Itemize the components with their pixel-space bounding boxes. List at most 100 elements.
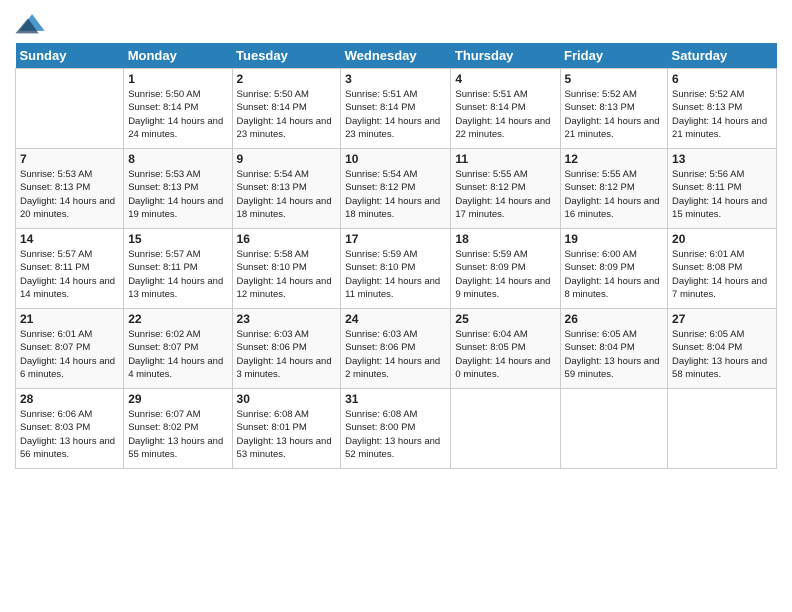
calendar-cell: 12 Sunrise: 5:55 AMSunset: 8:12 PMDayligh…: [560, 149, 668, 229]
calendar-cell: [668, 389, 777, 469]
calendar-cell: 11 Sunrise: 5:55 AMSunset: 8:12 PMDayligh…: [451, 149, 560, 229]
day-number: 24: [345, 312, 446, 326]
cell-info: Sunrise: 6:05 AMSunset: 8:04 PMDaylight:…: [672, 328, 772, 381]
weekday-header-friday: Friday: [560, 43, 668, 69]
calendar-cell: 9 Sunrise: 5:54 AMSunset: 8:13 PMDaylight…: [232, 149, 341, 229]
calendar-cell: 21Sunrise: 6:01 AMSunset: 8:07 PMDayligh…: [16, 309, 124, 389]
cell-info: Sunrise: 5:59 AMSunset: 8:09 PMDaylight:…: [455, 248, 555, 301]
calendar-cell: 13 Sunrise: 5:56 AMSunset: 8:11 PMDayligh…: [668, 149, 777, 229]
weekday-header-tuesday: Tuesday: [232, 43, 341, 69]
day-number: 26: [565, 312, 664, 326]
calendar-cell: 5Sunrise: 5:52 AMSunset: 8:13 PMDaylight…: [560, 69, 668, 149]
calendar-cell: 18 Sunrise: 5:59 AMSunset: 8:09 PMDayligh…: [451, 229, 560, 309]
cell-info: Sunrise: 5:50 AMSunset: 8:14 PMDaylight:…: [128, 88, 227, 141]
calendar-cell: [16, 69, 124, 149]
day-number: 2: [237, 72, 337, 86]
calendar-cell: 14 Sunrise: 5:57 AMSunset: 8:11 PMDayligh…: [16, 229, 124, 309]
day-number: 3: [345, 72, 446, 86]
day-number: 18: [455, 232, 555, 246]
cell-info: Sunrise: 6:03 AMSunset: 8:06 PMDaylight:…: [345, 328, 446, 381]
day-number: 25: [455, 312, 555, 326]
header: [15, 10, 777, 35]
week-row-4: 28 Sunrise: 6:06 AMSunset: 8:03 PMDayligh…: [16, 389, 777, 469]
calendar-cell: [451, 389, 560, 469]
calendar-cell: 24 Sunrise: 6:03 AMSunset: 8:06 PMDayligh…: [341, 309, 451, 389]
cell-info: Sunrise: 6:08 AMSunset: 8:00 PMDaylight:…: [345, 408, 446, 461]
cell-info: Sunrise: 5:53 AMSunset: 8:13 PMDaylight:…: [128, 168, 227, 221]
calendar-cell: 19 Sunrise: 6:00 AMSunset: 8:09 PMDayligh…: [560, 229, 668, 309]
week-row-2: 14 Sunrise: 5:57 AMSunset: 8:11 PMDayligh…: [16, 229, 777, 309]
weekday-header-thursday: Thursday: [451, 43, 560, 69]
day-number: 23: [237, 312, 337, 326]
cell-info: Sunrise: 6:07 AMSunset: 8:02 PMDaylight:…: [128, 408, 227, 461]
week-row-0: 1 Sunrise: 5:50 AMSunset: 8:14 PMDaylight…: [16, 69, 777, 149]
calendar-cell: 22 Sunrise: 6:02 AMSunset: 8:07 PMDayligh…: [124, 309, 232, 389]
calendar-cell: 28 Sunrise: 6:06 AMSunset: 8:03 PMDayligh…: [16, 389, 124, 469]
cell-info: Sunrise: 5:57 AMSunset: 8:11 PMDaylight:…: [20, 248, 119, 301]
calendar-cell: 30 Sunrise: 6:08 AMSunset: 8:01 PMDayligh…: [232, 389, 341, 469]
cell-info: Sunrise: 6:00 AMSunset: 8:09 PMDaylight:…: [565, 248, 664, 301]
cell-info: Sunrise: 6:04 AMSunset: 8:05 PMDaylight:…: [455, 328, 555, 381]
cell-info: Sunrise: 6:03 AMSunset: 8:06 PMDaylight:…: [237, 328, 337, 381]
cell-info: Sunrise: 5:54 AMSunset: 8:13 PMDaylight:…: [237, 168, 337, 221]
cell-info: Sunrise: 5:55 AMSunset: 8:12 PMDaylight:…: [455, 168, 555, 221]
cell-info: Sunrise: 6:08 AMSunset: 8:01 PMDaylight:…: [237, 408, 337, 461]
day-number: 20: [672, 232, 772, 246]
calendar-cell: 20Sunrise: 6:01 AMSunset: 8:08 PMDayligh…: [668, 229, 777, 309]
calendar-cell: 16Sunrise: 5:58 AMSunset: 8:10 PMDayligh…: [232, 229, 341, 309]
cell-info: Sunrise: 5:53 AMSunset: 8:13 PMDaylight:…: [20, 168, 119, 221]
logo-icon: [15, 10, 45, 35]
weekday-header-row: SundayMondayTuesdayWednesdayThursdayFrid…: [16, 43, 777, 69]
week-row-3: 21Sunrise: 6:01 AMSunset: 8:07 PMDayligh…: [16, 309, 777, 389]
day-number: 27: [672, 312, 772, 326]
calendar-cell: 6 Sunrise: 5:52 AMSunset: 8:13 PMDaylight…: [668, 69, 777, 149]
day-number: 28: [20, 392, 119, 406]
weekday-header-saturday: Saturday: [668, 43, 777, 69]
weekday-header-wednesday: Wednesday: [341, 43, 451, 69]
day-number: 29: [128, 392, 227, 406]
calendar-cell: 15Sunrise: 5:57 AMSunset: 8:11 PMDayligh…: [124, 229, 232, 309]
calendar-cell: 3 Sunrise: 5:51 AMSunset: 8:14 PMDaylight…: [341, 69, 451, 149]
day-number: 10: [345, 152, 446, 166]
calendar-cell: 25 Sunrise: 6:04 AMSunset: 8:05 PMDayligh…: [451, 309, 560, 389]
calendar-cell: 29 Sunrise: 6:07 AMSunset: 8:02 PMDayligh…: [124, 389, 232, 469]
cell-info: Sunrise: 6:06 AMSunset: 8:03 PMDaylight:…: [20, 408, 119, 461]
calendar-cell: [560, 389, 668, 469]
calendar-cell: 17 Sunrise: 5:59 AMSunset: 8:10 PMDayligh…: [341, 229, 451, 309]
cell-info: Sunrise: 5:52 AMSunset: 8:13 PMDaylight:…: [565, 88, 664, 141]
calendar-cell: 7 Sunrise: 5:53 AMSunset: 8:13 PMDaylight…: [16, 149, 124, 229]
calendar-cell: 4 Sunrise: 5:51 AMSunset: 8:14 PMDaylight…: [451, 69, 560, 149]
cell-info: Sunrise: 5:56 AMSunset: 8:11 PMDaylight:…: [672, 168, 772, 221]
day-number: 4: [455, 72, 555, 86]
logo: [15, 10, 47, 35]
calendar-table: SundayMondayTuesdayWednesdayThursdayFrid…: [15, 43, 777, 469]
cell-info: Sunrise: 6:02 AMSunset: 8:07 PMDaylight:…: [128, 328, 227, 381]
cell-info: Sunrise: 5:54 AMSunset: 8:12 PMDaylight:…: [345, 168, 446, 221]
day-number: 6: [672, 72, 772, 86]
day-number: 22: [128, 312, 227, 326]
cell-info: Sunrise: 5:52 AMSunset: 8:13 PMDaylight:…: [672, 88, 772, 141]
page-container: SundayMondayTuesdayWednesdayThursdayFrid…: [0, 0, 792, 479]
day-number: 19: [565, 232, 664, 246]
calendar-cell: 27 Sunrise: 6:05 AMSunset: 8:04 PMDayligh…: [668, 309, 777, 389]
cell-info: Sunrise: 5:51 AMSunset: 8:14 PMDaylight:…: [345, 88, 446, 141]
cell-info: Sunrise: 5:51 AMSunset: 8:14 PMDaylight:…: [455, 88, 555, 141]
day-number: 1: [128, 72, 227, 86]
week-row-1: 7 Sunrise: 5:53 AMSunset: 8:13 PMDaylight…: [16, 149, 777, 229]
day-number: 9: [237, 152, 337, 166]
day-number: 13: [672, 152, 772, 166]
cell-info: Sunrise: 5:50 AMSunset: 8:14 PMDaylight:…: [237, 88, 337, 141]
day-number: 17: [345, 232, 446, 246]
cell-info: Sunrise: 5:55 AMSunset: 8:12 PMDaylight:…: [565, 168, 664, 221]
calendar-cell: 2 Sunrise: 5:50 AMSunset: 8:14 PMDaylight…: [232, 69, 341, 149]
day-number: 12: [565, 152, 664, 166]
cell-info: Sunrise: 6:01 AMSunset: 8:07 PMDaylight:…: [20, 328, 119, 381]
day-number: 14: [20, 232, 119, 246]
cell-info: Sunrise: 6:05 AMSunset: 8:04 PMDaylight:…: [565, 328, 664, 381]
day-number: 7: [20, 152, 119, 166]
calendar-cell: 8Sunrise: 5:53 AMSunset: 8:13 PMDaylight…: [124, 149, 232, 229]
cell-info: Sunrise: 5:59 AMSunset: 8:10 PMDaylight:…: [345, 248, 446, 301]
day-number: 11: [455, 152, 555, 166]
weekday-header-sunday: Sunday: [16, 43, 124, 69]
day-number: 30: [237, 392, 337, 406]
